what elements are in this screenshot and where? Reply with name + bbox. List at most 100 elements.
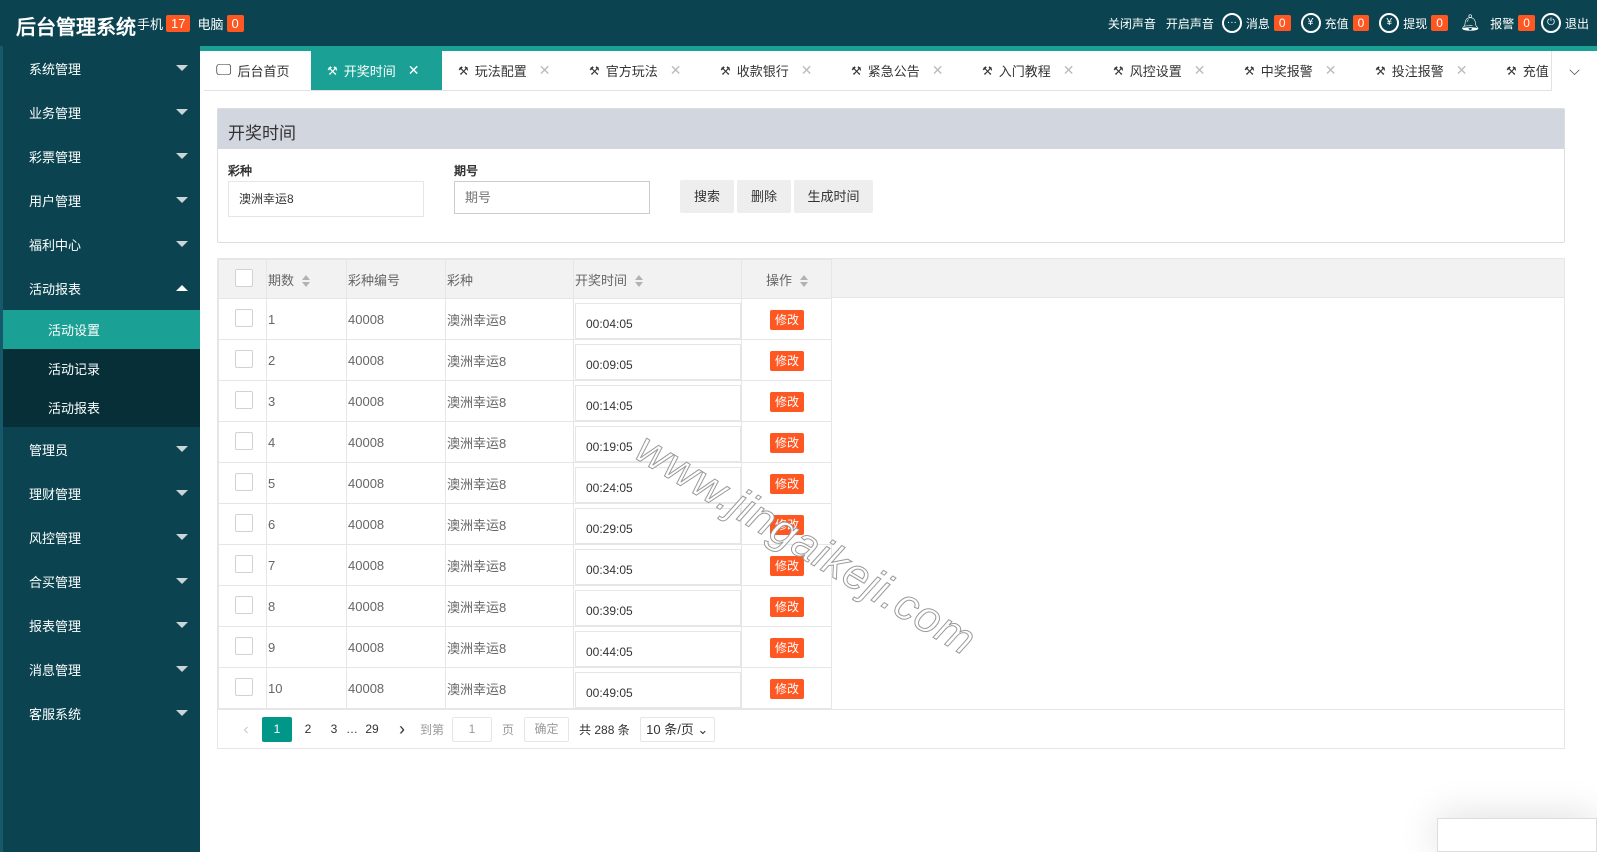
issue-input[interactable] — [454, 181, 650, 214]
edit-button[interactable]: 修改 — [769, 555, 804, 576]
edit-button[interactable]: 修改 — [769, 596, 804, 617]
col-issue[interactable]: 期数 — [266, 259, 347, 299]
draw-time-input[interactable]: 00:49:05 — [575, 672, 741, 708]
tab[interactable]: ⚒︎ 风控设置 ✕ — [1097, 51, 1228, 90]
edit-button[interactable]: 修改 — [769, 637, 804, 658]
next-page-icon[interactable]: › — [388, 717, 416, 742]
sidebar-item[interactable]: 合买管理 — [3, 559, 200, 603]
page-size-select[interactable]: 10 条/页 ⌄ — [639, 716, 715, 742]
tab[interactable]: ⚒︎ 官方玩法 ✕ — [573, 51, 704, 90]
prev-page-icon[interactable]: ‹ — [232, 717, 260, 742]
draw-time-input[interactable]: 00:39:05 — [575, 590, 741, 626]
tab[interactable]: ⚒︎ 中奖报警 ✕ — [1228, 51, 1359, 90]
page-2[interactable]: 2 — [294, 717, 322, 742]
draw-time-input[interactable]: 00:04:05 — [575, 303, 741, 339]
goto-page-input[interactable]: 1 — [452, 716, 493, 742]
close-icon[interactable]: ✕ — [539, 62, 551, 79]
bell-icon[interactable]: 🔔︎ — [1460, 13, 1480, 33]
close-icon[interactable]: ✕ — [1456, 62, 1468, 79]
row-checkbox[interactable] — [235, 390, 253, 409]
col-draw-time[interactable]: 开奖时间 — [573, 259, 742, 299]
sidebar-item[interactable]: 活动记录 — [3, 349, 200, 388]
draw-time-input[interactable]: 00:34:05 — [575, 549, 741, 585]
draw-time-input[interactable]: 00:24:05 — [575, 467, 741, 503]
row-checkbox[interactable] — [235, 431, 253, 450]
sidebar-item[interactable]: 业务管理 — [3, 90, 200, 134]
draw-time-input[interactable]: 00:19:05 — [575, 426, 741, 462]
sidebar-item[interactable]: 理财管理 — [3, 471, 200, 515]
tab-more-button[interactable]: ⌵ — [1551, 51, 1597, 91]
edit-button[interactable]: 修改 — [769, 678, 804, 699]
recharge-icon[interactable]: ¥ — [1300, 13, 1321, 33]
row-checkbox[interactable] — [235, 472, 253, 491]
sort-icon[interactable] — [635, 275, 644, 288]
tab[interactable]: 🖵︎ 后台首页 — [204, 51, 311, 90]
row-checkbox[interactable] — [235, 349, 253, 368]
lottery-select[interactable]: 澳洲幸运8 — [228, 181, 424, 217]
withdraw-icon[interactable]: ¥ — [1379, 13, 1400, 33]
close-icon[interactable]: ✕ — [801, 62, 813, 79]
draw-time-input[interactable]: 00:29:05 — [575, 508, 741, 544]
sidebar-item[interactable]: 活动报表 — [3, 266, 200, 310]
message-link[interactable]: 消息 — [1246, 15, 1270, 32]
tab[interactable]: ⚒︎ 开奖时间 ✕ — [311, 51, 442, 90]
sidebar-item[interactable]: 系统管理 — [3, 46, 200, 90]
close-icon[interactable]: ✕ — [670, 62, 682, 79]
tab[interactable]: ⚒︎ 玩法配置 ✕ — [442, 51, 573, 90]
page-1[interactable]: 1 — [262, 716, 292, 742]
goto-confirm-button[interactable]: 确定 — [524, 716, 570, 742]
draw-time-input[interactable]: 00:44:05 — [575, 631, 741, 667]
edit-button[interactable]: 修改 — [769, 350, 804, 371]
delete-button[interactable]: 删除 — [737, 180, 791, 213]
edit-button[interactable]: 修改 — [769, 309, 804, 330]
row-checkbox[interactable] — [235, 595, 253, 614]
tab[interactable]: ⚒︎ 紧急公告 ✕ — [835, 51, 966, 90]
close-icon[interactable]: ✕ — [408, 62, 420, 79]
row-checkbox[interactable] — [235, 308, 253, 327]
sidebar-item[interactable]: 管理员 — [3, 427, 200, 471]
row-checkbox[interactable] — [235, 636, 253, 655]
sidebar-item[interactable]: 用户管理 — [3, 178, 200, 222]
tab[interactable]: ⚒︎ 收款银行 ✕ — [704, 51, 835, 90]
edit-button[interactable]: 修改 — [769, 391, 804, 412]
select-all-checkbox[interactable] — [235, 268, 253, 287]
sound-on-link[interactable]: 开启声音 — [1166, 15, 1214, 32]
draw-time-input[interactable]: 00:09:05 — [575, 344, 741, 380]
edit-button[interactable]: 修改 — [769, 473, 804, 494]
tab[interactable]: ⚒︎ 投注报警 ✕ — [1359, 51, 1490, 90]
generate-time-button[interactable]: 生成时间 — [794, 180, 873, 213]
alarm-link[interactable]: 报警 — [1490, 15, 1514, 32]
logout-link[interactable]: 退出 — [1565, 15, 1589, 32]
sidebar-item[interactable]: 消息管理 — [3, 647, 200, 691]
sidebar-item[interactable]: 客服系统 — [3, 691, 200, 735]
close-icon[interactable]: ✕ — [932, 62, 944, 79]
edit-button[interactable]: 修改 — [769, 432, 804, 453]
row-checkbox[interactable] — [235, 677, 253, 696]
recharge-link[interactable]: 充值 — [1325, 15, 1349, 32]
sidebar-item[interactable]: 福利中心 — [3, 222, 200, 266]
page-3[interactable]: 3 — [324, 717, 344, 742]
sort-icon[interactable] — [302, 275, 311, 288]
sound-off-link[interactable]: 关闭声音 — [1108, 15, 1156, 32]
sidebar-item[interactable]: 风控管理 — [3, 515, 200, 559]
sidebar-item-label: 活动报表 — [48, 401, 101, 416]
close-icon[interactable]: ✕ — [1063, 62, 1075, 79]
message-icon[interactable]: ··· — [1221, 13, 1242, 33]
sidebar-item[interactable]: 活动报表 — [3, 388, 200, 427]
withdraw-link[interactable]: 提现 — [1403, 15, 1427, 32]
edit-button[interactable]: 修改 — [769, 514, 804, 535]
sidebar-item[interactable]: 彩票管理 — [3, 134, 200, 178]
draw-time-input[interactable]: 00:14:05 — [575, 385, 741, 421]
close-icon[interactable]: ✕ — [1194, 62, 1206, 79]
sidebar-item[interactable]: 报表管理 — [3, 603, 200, 647]
search-button[interactable]: 搜索 — [680, 180, 734, 213]
close-icon[interactable]: ✕ — [1325, 62, 1337, 79]
page-last[interactable]: 29 — [358, 717, 386, 742]
sidebar-item[interactable]: 活动设置 — [3, 310, 200, 349]
sort-icon[interactable] — [800, 275, 808, 288]
row-checkbox[interactable] — [235, 513, 253, 532]
col-action[interactable]: 操作 — [741, 259, 832, 299]
row-checkbox[interactable] — [235, 554, 253, 573]
power-icon[interactable]: ⏻ — [1540, 13, 1561, 33]
tab[interactable]: ⚒︎ 入门教程 ✕ — [966, 51, 1097, 90]
